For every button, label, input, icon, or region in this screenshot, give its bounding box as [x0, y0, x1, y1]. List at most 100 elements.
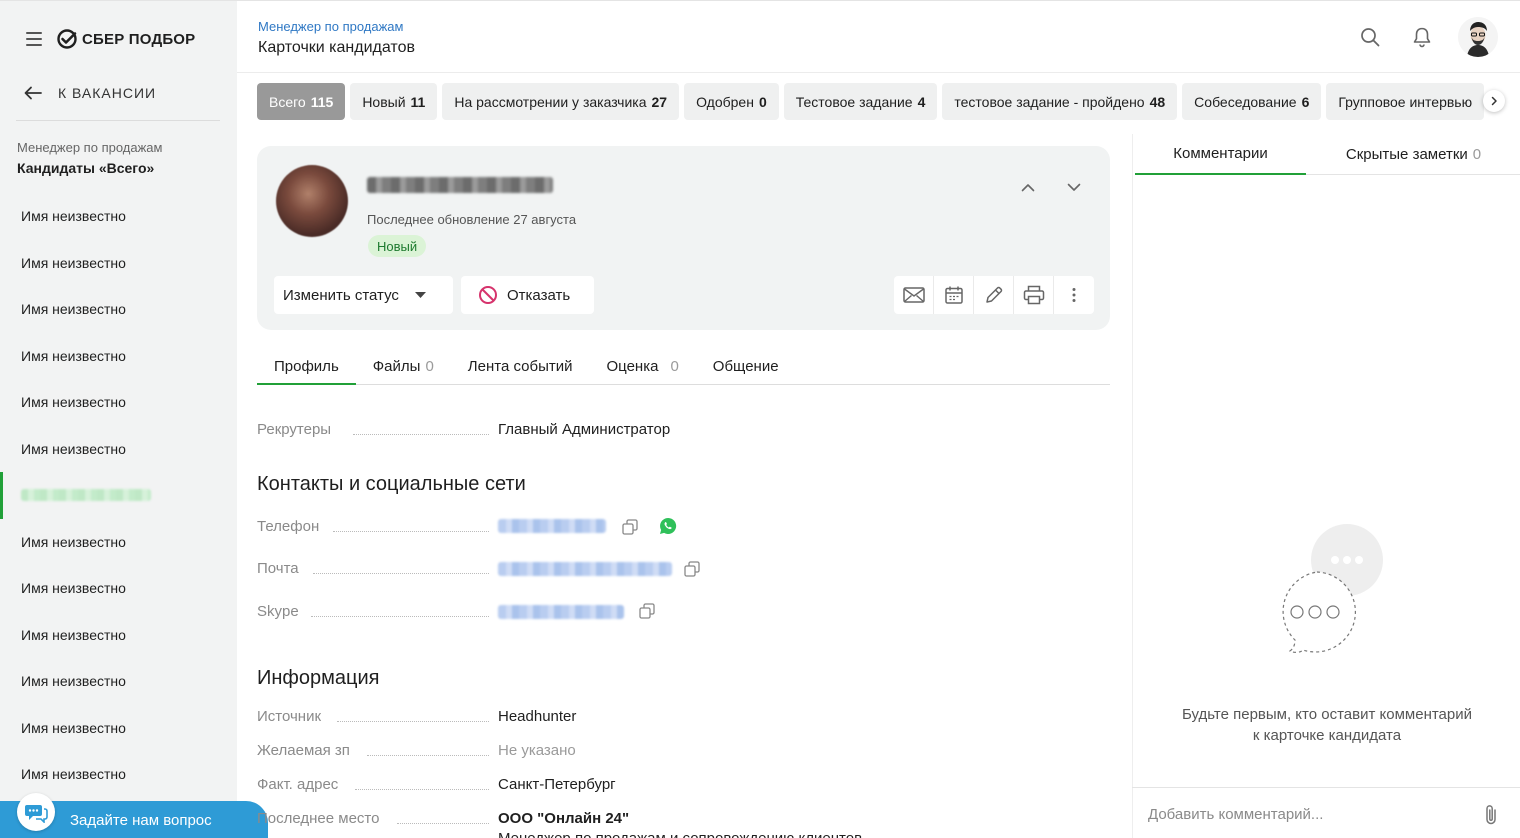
- brand-name: СБЕР ПОДБОР: [82, 30, 196, 48]
- next-candidate-button[interactable]: [1062, 175, 1086, 199]
- change-status-dropdown[interactable]: Изменить статус: [274, 276, 453, 314]
- candidate-name: Имя неизвестно: [21, 347, 126, 364]
- tab-communication[interactable]: Общение: [696, 352, 796, 385]
- salary-label: Желаемая зп: [257, 742, 350, 759]
- candidate-item[interactable]: Имя неизвестно: [0, 519, 237, 566]
- status-tab-label: Групповое интервью: [1338, 93, 1473, 110]
- email-blurred: [498, 562, 672, 577]
- status-tab-new[interactable]: Новый 11: [350, 83, 438, 120]
- empty-comments-text: Будьте первым, кто оставит комментарий к…: [1133, 704, 1520, 746]
- email-label: Почта: [257, 560, 299, 577]
- status-tab-interview[interactable]: Собеседование 6: [1182, 83, 1322, 120]
- bell-icon[interactable]: [1400, 15, 1444, 59]
- status-tab-test-task[interactable]: Тестовое задание 4: [783, 83, 938, 120]
- tab-comments[interactable]: Комментарии: [1135, 134, 1306, 175]
- reject-button[interactable]: Отказать: [461, 276, 594, 314]
- candidate-item[interactable]: Имя неизвестно: [0, 286, 237, 333]
- tab-label: Скрытые заметки: [1345, 146, 1468, 163]
- status-tab-group-interview[interactable]: Групповое интервью: [1326, 83, 1485, 120]
- tab-profile[interactable]: Профиль: [257, 352, 356, 385]
- menu-icon[interactable]: [26, 32, 42, 46]
- candidate-list: Имя неизвестно Имя неизвестно Имя неизве…: [0, 193, 237, 798]
- salary-row: Желаемая зп Не указано: [257, 742, 576, 759]
- field-leader: [337, 721, 489, 722]
- comment-input[interactable]: [1148, 802, 1468, 826]
- user-avatar[interactable]: [1458, 17, 1498, 57]
- candidate-name: Имя неизвестно: [21, 440, 126, 457]
- candidate-photo: [276, 165, 348, 237]
- tab-label: Профиль: [274, 358, 339, 375]
- tab-label: Комментарии: [1173, 145, 1268, 162]
- copy-icon: [639, 603, 655, 619]
- schedule-button[interactable]: [934, 276, 974, 314]
- salary-value: Не указано: [498, 742, 576, 759]
- printer-icon: [1023, 285, 1044, 305]
- tabs-scroll-right-button[interactable]: [1483, 90, 1505, 112]
- print-button[interactable]: [1014, 276, 1054, 314]
- ask-question-label: Задайте нам вопрос: [70, 812, 212, 829]
- field-leader: [367, 755, 489, 756]
- search-icon[interactable]: [1348, 15, 1392, 59]
- copy-email-button[interactable]: [684, 561, 700, 582]
- source-row: Источник Headhunter: [257, 708, 576, 725]
- breadcrumb[interactable]: Менеджер по продажам: [258, 19, 403, 34]
- page-title: Карточки кандидатов: [258, 39, 415, 56]
- candidate-item[interactable]: Имя неизвестно: [0, 705, 237, 752]
- phone-value[interactable]: [498, 517, 606, 534]
- card-actions: [894, 276, 1094, 314]
- tab-rating[interactable]: Оценка 0: [589, 352, 695, 385]
- candidate-item[interactable]: Имя неизвестно: [0, 658, 237, 705]
- app-root: СБЕР ПОДБОР К ВАКАНСИИ Менеджер по прода…: [0, 0, 1520, 838]
- address-value: Санкт-Петербург: [498, 776, 616, 793]
- block-icon: [479, 286, 497, 304]
- candidate-item[interactable]: Имя неизвестно: [0, 379, 237, 426]
- more-button[interactable]: [1054, 276, 1094, 314]
- tab-hidden-notes[interactable]: Скрытые заметки 0: [1306, 134, 1520, 175]
- brand-logo[interactable]: СБЕР ПОДБОР: [56, 28, 195, 50]
- back-to-vacancies-link[interactable]: К ВАКАНСИИ: [24, 85, 156, 101]
- edit-button[interactable]: [974, 276, 1014, 314]
- candidate-item[interactable]: Имя неизвестно: [0, 426, 237, 473]
- candidate-name: Имя неизвестно: [21, 580, 126, 597]
- candidate-item[interactable]: Имя неизвестно: [0, 193, 237, 240]
- skype-value[interactable]: [498, 603, 624, 620]
- status-tab-count: 0: [758, 93, 767, 110]
- field-leader: [311, 616, 489, 617]
- candidate-item[interactable]: Имя неизвестно: [0, 240, 237, 287]
- status-tab-approved[interactable]: Одобрен 0: [684, 83, 779, 120]
- whatsapp-icon: [660, 517, 677, 534]
- candidate-item[interactable]: Имя неизвестно: [0, 565, 237, 612]
- email-value[interactable]: [498, 560, 672, 577]
- candidate-item[interactable]: Имя неизвестно: [0, 612, 237, 659]
- tab-label: Оценка: [606, 358, 659, 375]
- mail-icon: [902, 287, 925, 303]
- candidate-item[interactable]: Имя неизвестно: [0, 333, 237, 380]
- copy-skype-button[interactable]: [639, 603, 655, 624]
- caret-down-icon: [414, 292, 426, 298]
- recruiters-label: Рекрутеры: [257, 421, 332, 438]
- status-tab-client-review[interactable]: На рассмотрении у заказчика 27: [442, 83, 680, 120]
- source-label: Источник: [257, 708, 322, 725]
- status-tab-test-passed[interactable]: тестовое задание - пройдено 48: [942, 83, 1178, 120]
- attach-button[interactable]: [1484, 804, 1498, 831]
- status-tab-all[interactable]: Всего 115: [257, 83, 346, 120]
- field-leader: [353, 434, 489, 435]
- sidebar-divider: [16, 120, 220, 121]
- tab-files[interactable]: Файлы 0: [356, 352, 451, 385]
- phone-blurred: [498, 519, 606, 534]
- candidate-name: Имя неизвестно: [21, 301, 126, 318]
- tab-events[interactable]: Лента событий: [451, 352, 590, 385]
- email-button[interactable]: [894, 276, 934, 314]
- recruiters-value: Главный Администратор: [498, 421, 671, 438]
- candidate-item[interactable]: Имя неизвестно: [0, 751, 237, 798]
- ask-question-button[interactable]: Задайте нам вопрос: [0, 793, 268, 838]
- field-leader: [333, 531, 489, 532]
- tab-count: 0: [670, 358, 679, 375]
- email-row: Почта: [257, 560, 672, 577]
- status-tab-label: На рассмотрении у заказчика: [454, 93, 647, 110]
- copy-phone-button[interactable]: [622, 519, 638, 540]
- whatsapp-button[interactable]: [659, 517, 677, 540]
- prev-candidate-button[interactable]: [1016, 175, 1040, 199]
- candidate-item-active[interactable]: [0, 472, 237, 519]
- chevron-up-icon: [1021, 183, 1035, 191]
